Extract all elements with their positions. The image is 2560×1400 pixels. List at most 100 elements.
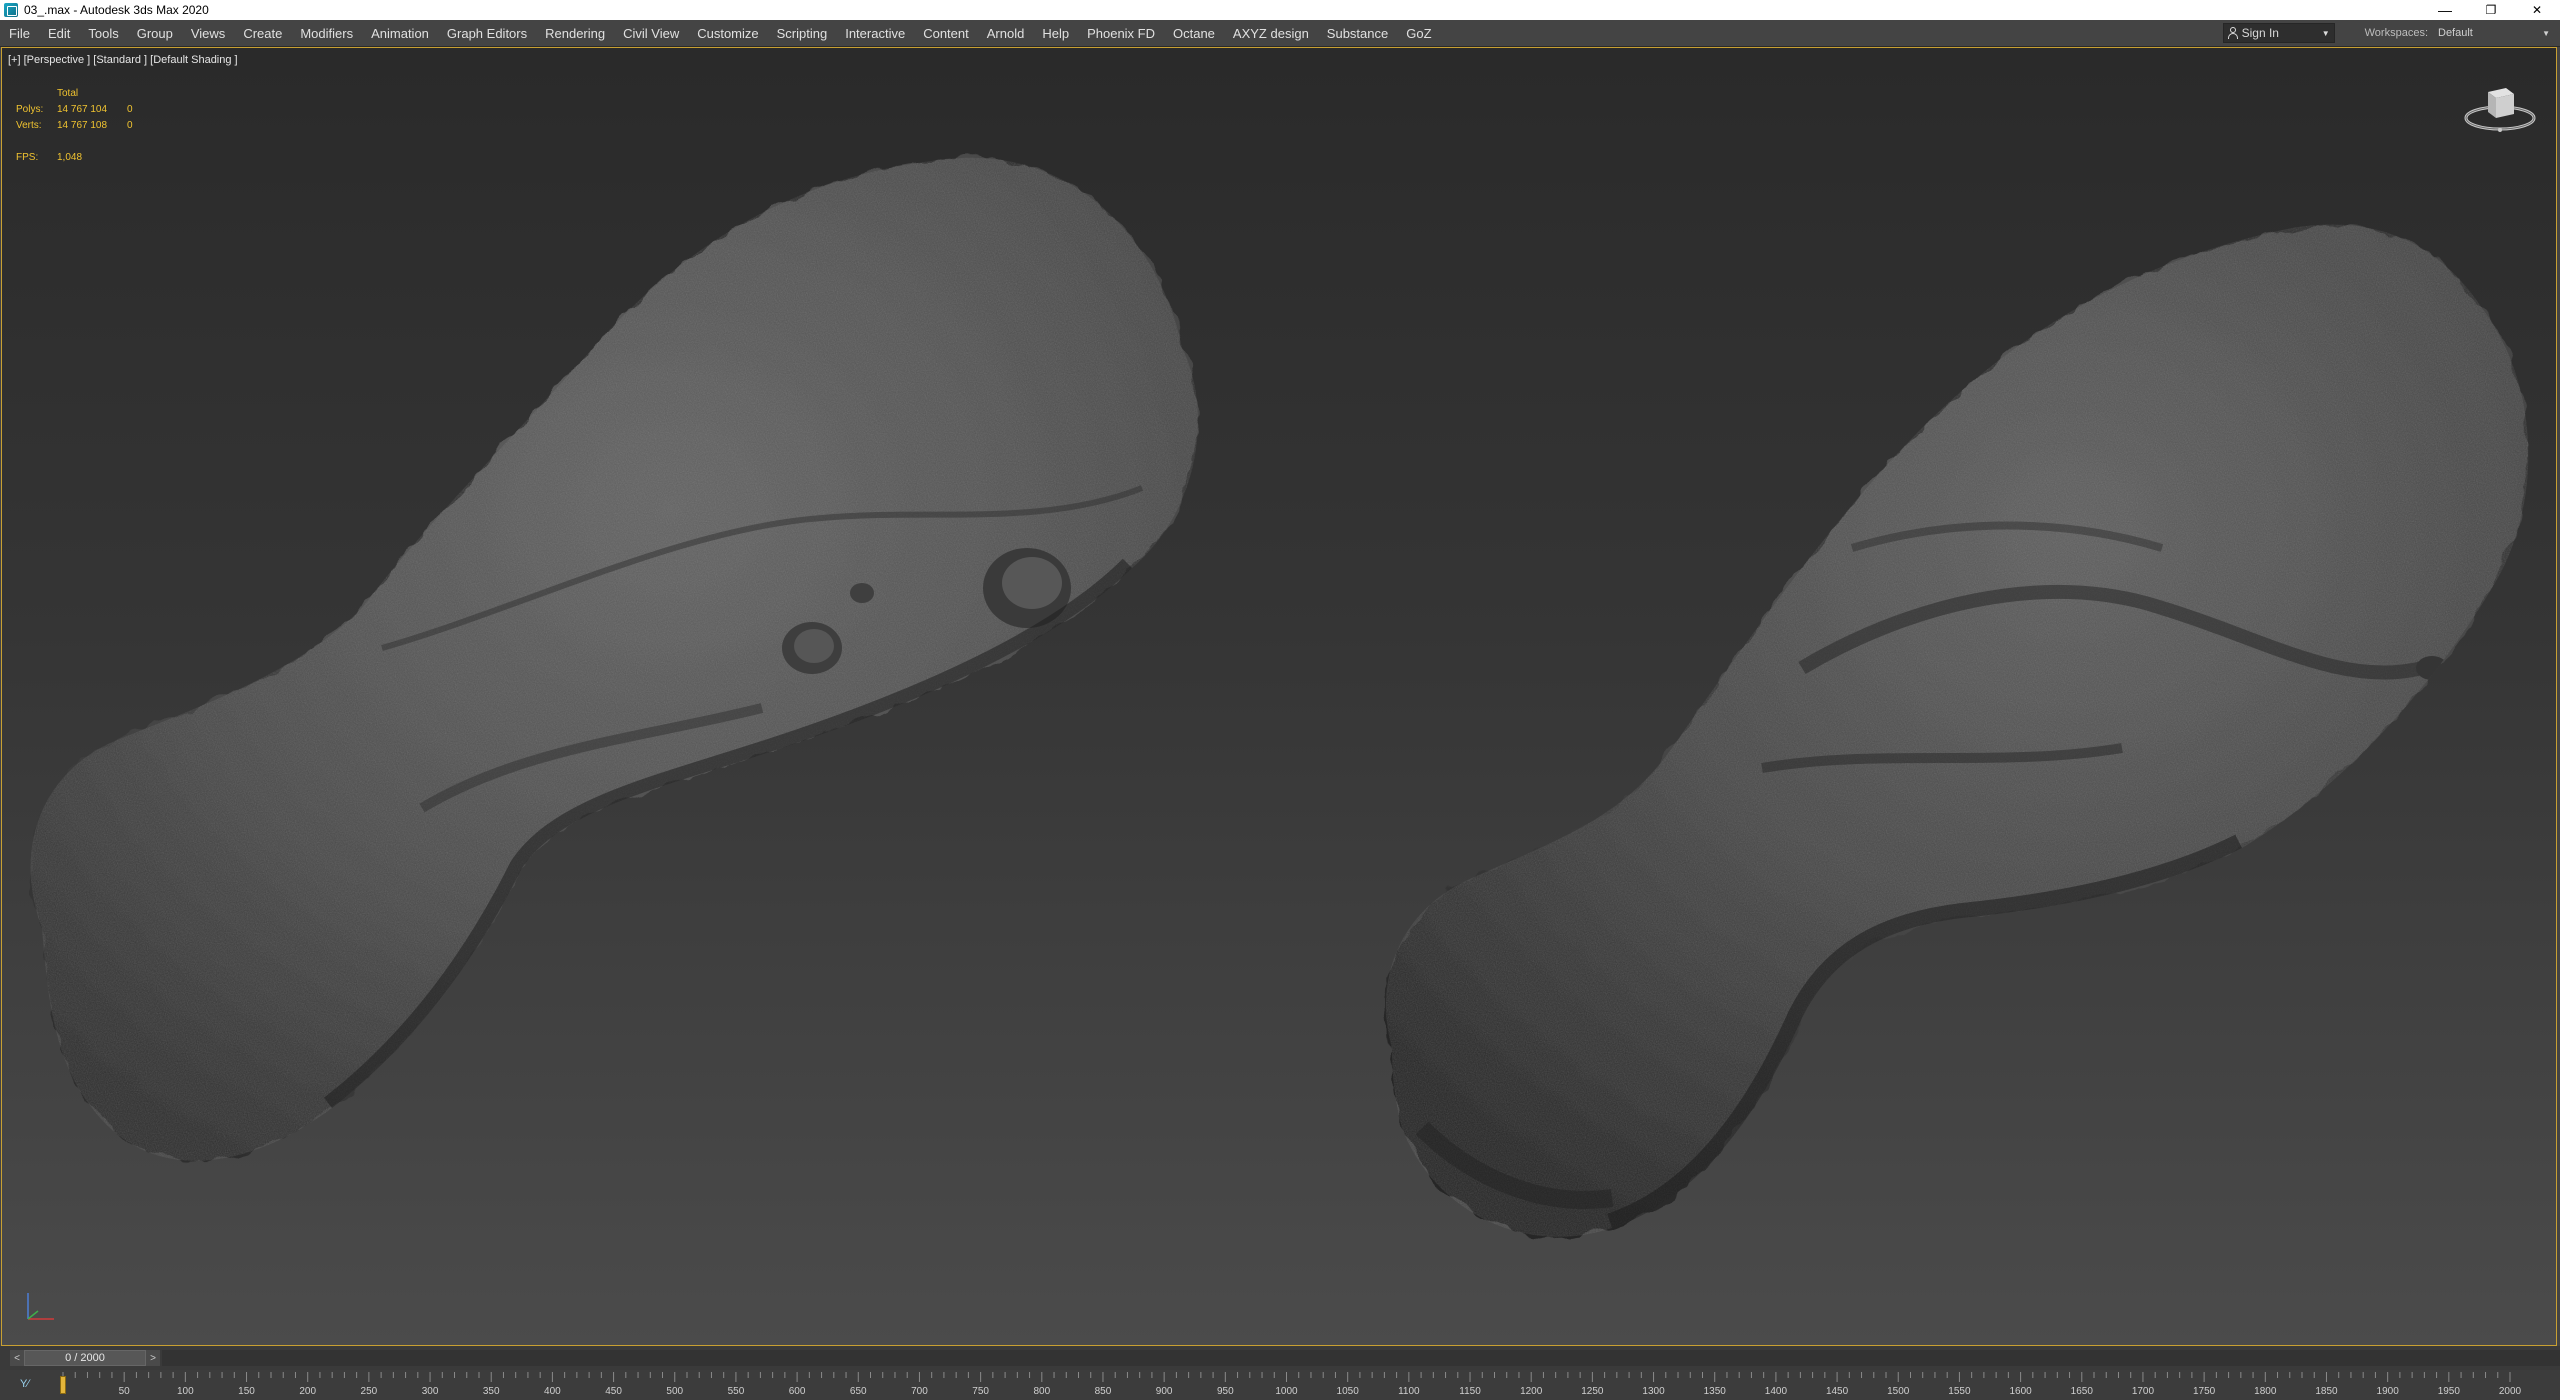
caret-down-icon: ▼: [2321, 28, 2330, 38]
viewcube-icon[interactable]: [2460, 78, 2540, 138]
stats-fps-label: FPS:: [16, 152, 39, 163]
menu-item-content[interactable]: Content: [914, 20, 978, 46]
close-icon: ✕: [2531, 3, 2543, 17]
3dsmax-app-icon[interactable]: [4, 3, 18, 17]
timeline-tick-label: 650: [849, 1386, 867, 1397]
timeline-tick-label: 1600: [2009, 1386, 2032, 1397]
timeline-tick-label: 750: [972, 1386, 989, 1397]
menu-item-goz[interactable]: GoZ: [1397, 20, 1440, 46]
menu-item-rendering[interactable]: Rendering: [536, 20, 614, 46]
asteroid-models[interactable]: [2, 48, 2557, 1346]
restore-icon: ❐: [2485, 3, 2497, 17]
workspaces-label: Workspaces:: [2364, 27, 2428, 39]
menu-item-interactive[interactable]: Interactive: [836, 20, 914, 46]
previous-frame-button[interactable]: <: [10, 1350, 24, 1366]
timeline-tick-label: 1750: [2193, 1386, 2216, 1397]
stats-verts-selected: 0: [127, 120, 133, 131]
menu-item-customize[interactable]: Customize: [688, 20, 767, 46]
menu-item-modifiers[interactable]: Modifiers: [291, 20, 362, 46]
menu-item-octane[interactable]: Octane: [1164, 20, 1224, 46]
stats-verts-value: 14 767 108: [57, 120, 108, 131]
stats-polys-value: 14 767 104: [57, 104, 108, 115]
workspaces-value: Default: [2438, 27, 2473, 39]
timeline-tick-label: 950: [1216, 1386, 1234, 1397]
stats-polys-selected: 0: [127, 104, 133, 115]
track-bar[interactable]: Y∕ 50 100 150 200 250 300 350 400 450 500 550 600 65…: [0, 1370, 2560, 1400]
timeline-tick-label: 1200: [1520, 1386, 1543, 1397]
menu-item-views[interactable]: Views: [182, 20, 234, 46]
menu-item-civil-view[interactable]: Civil View: [614, 20, 688, 46]
menu-item-arnold[interactable]: Arnold: [978, 20, 1034, 46]
timeline-tick-label: 400: [544, 1386, 561, 1397]
timeline-tick-label: 800: [1033, 1386, 1051, 1397]
menu-items: File Edit Tools Group Views Create Modifiers An…: [0, 20, 2223, 46]
timeline-tick-label: 1900: [2376, 1386, 2399, 1397]
timeline-tick-label: 250: [360, 1386, 378, 1397]
menu-item-axyz-design[interactable]: AXYZ design: [1224, 20, 1318, 46]
statistics-overlay: Total Polys: 14 767 104 0 Verts: 14 767 …: [16, 86, 147, 166]
menu-item-help[interactable]: Help: [1033, 20, 1078, 46]
menu-item-create[interactable]: Create: [234, 20, 291, 46]
timeline-tick-label: 100: [177, 1386, 194, 1397]
menu-item-file[interactable]: File: [0, 20, 39, 46]
timeline-tick-label: 1850: [2315, 1386, 2338, 1397]
minimize-button[interactable]: —: [2422, 0, 2468, 20]
timeline-tick-label: 150: [238, 1386, 255, 1397]
menu-item-phoenix-fd[interactable]: Phoenix FD: [1078, 20, 1164, 46]
timeline-tick-label: 350: [482, 1386, 500, 1397]
timeline-tick-label: 1150: [1459, 1386, 1481, 1397]
3ds-max-window: 03_.max - Autodesk 3ds Max 2020 — ❐ ✕ Fi…: [0, 0, 2560, 1400]
title-bar: 03_.max - Autodesk 3ds Max 2020 — ❐ ✕: [0, 0, 2560, 20]
menu-item-tools[interactable]: Tools: [79, 20, 127, 46]
stats-verts-row: Verts: 14 767 108 0: [16, 118, 147, 134]
timeline-tick-label: 1350: [1703, 1386, 1726, 1397]
timeline-tick-label: 1550: [1948, 1386, 1971, 1397]
time-slider-bar: < 0 / 2000 >: [0, 1346, 2560, 1370]
close-button[interactable]: ✕: [2514, 0, 2560, 20]
stats-polys-label: Polys:: [16, 104, 44, 115]
timeline-tick-label: 1700: [2131, 1386, 2155, 1397]
time-slider-handle[interactable]: 0 / 2000: [24, 1350, 146, 1366]
time-slider[interactable]: < 0 / 2000 >: [10, 1350, 160, 1366]
next-frame-button[interactable]: >: [146, 1350, 160, 1366]
asteroid-left[interactable]: [2, 128, 1262, 1228]
viewport-label-menu[interactable]: [+] [Perspective ] [Standard ] [Default …: [8, 54, 238, 66]
restore-button[interactable]: ❐: [2468, 0, 2514, 20]
timeline-tick-label: 50: [118, 1386, 130, 1397]
sign-in-dropdown[interactable]: Sign In ▼: [2222, 23, 2335, 43]
timeline-tick-label: 1250: [1581, 1386, 1604, 1397]
window-title: 03_.max - Autodesk 3ds Max 2020: [24, 3, 209, 17]
timeline-tick-label: 500: [666, 1386, 684, 1397]
stats-verts-label: Verts:: [16, 120, 42, 131]
menu-item-substance[interactable]: Substance: [1318, 20, 1397, 46]
timeline-tick-label: 1800: [2254, 1386, 2277, 1397]
perspective-viewport[interactable]: [+] [Perspective ] [Standard ] [Default …: [1, 47, 2557, 1346]
time-slider-track[interactable]: [162, 1350, 2560, 1366]
menu-item-group[interactable]: Group: [128, 20, 182, 46]
minimize-icon: —: [2438, 2, 2452, 18]
chevron-left-icon: <: [14, 1352, 20, 1364]
sign-in-label: Sign In: [2241, 26, 2279, 40]
asteroid-right[interactable]: [1362, 208, 2557, 1268]
timeline-tick-label: 450: [605, 1386, 622, 1397]
timeline-tick-label: 900: [1155, 1386, 1173, 1397]
timeline-tick-label: 1450: [1825, 1386, 1849, 1397]
timeline-tick-label: 1500: [1887, 1386, 1910, 1397]
timeline-tick-label: 2000: [2498, 1386, 2522, 1397]
workspaces-control: Workspaces: Default ▼: [2365, 24, 2554, 42]
timeline-tick-label: 1300: [1642, 1386, 1665, 1397]
timeline-tick-label: 200: [299, 1386, 317, 1397]
stats-total-header: Total: [57, 88, 79, 99]
menu-item-animation[interactable]: Animation: [362, 20, 438, 46]
timeline-tick-label: 550: [727, 1386, 745, 1397]
timeline-tick-label: 850: [1094, 1386, 1112, 1397]
menu-item-edit[interactable]: Edit: [39, 20, 79, 46]
workspaces-select[interactable]: Default ▼: [2434, 24, 2554, 42]
menu-item-graph-editors[interactable]: Graph Editors: [438, 20, 536, 46]
menu-item-scripting[interactable]: Scripting: [768, 20, 837, 46]
timeline-tick-label: 1100: [1398, 1386, 1420, 1397]
timeline-tick-label: 1400: [1764, 1386, 1788, 1397]
stats-fps-row: FPS: 1,048: [16, 150, 147, 166]
current-frame-marker[interactable]: [60, 1376, 66, 1394]
timeline-tick-label: 300: [421, 1386, 439, 1397]
